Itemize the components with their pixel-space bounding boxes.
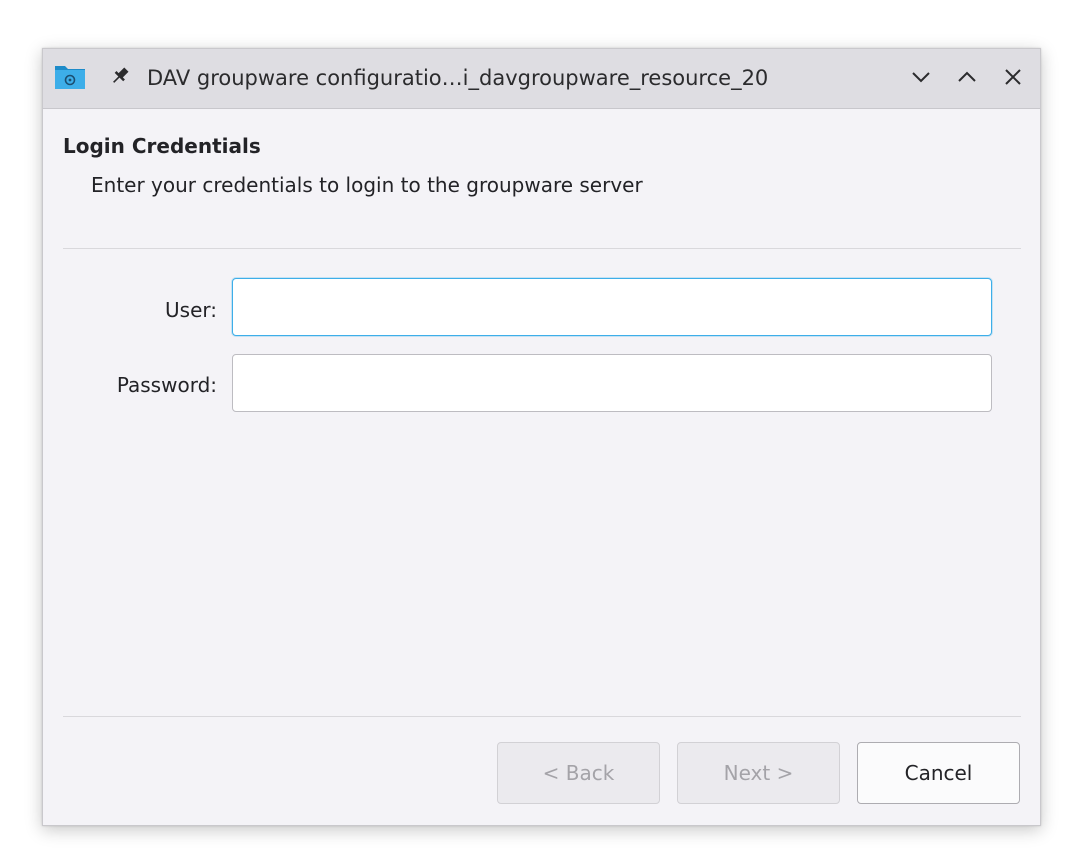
title-bar[interactable]: DAV groupware configuratio…i_davgroupwar… (43, 49, 1040, 109)
page-subtitle: Enter your credentials to login to the g… (91, 173, 643, 197)
footer-divider (63, 716, 1021, 717)
maximize-button[interactable] (953, 63, 981, 91)
dialog-window: DAV groupware configuratio…i_davgroupwar… (42, 48, 1041, 826)
cancel-button[interactable]: Cancel (857, 742, 1020, 804)
next-button[interactable]: Next > (677, 742, 840, 804)
folder-icon (54, 63, 86, 91)
window-title: DAV groupware configuratio…i_davgroupwar… (147, 66, 769, 90)
user-input[interactable] (232, 278, 992, 336)
user-label: User: (165, 298, 217, 322)
page-title: Login Credentials (63, 134, 261, 158)
header-divider (63, 248, 1021, 249)
close-icon (1005, 69, 1021, 85)
password-label: Password: (116, 373, 217, 397)
close-button[interactable] (999, 63, 1027, 91)
minimize-button[interactable] (907, 63, 935, 91)
pin-icon[interactable] (109, 65, 131, 87)
back-button[interactable]: < Back (497, 742, 660, 804)
password-input[interactable] (232, 354, 992, 412)
chevron-up-icon (958, 71, 976, 82)
chevron-down-icon (912, 72, 930, 83)
